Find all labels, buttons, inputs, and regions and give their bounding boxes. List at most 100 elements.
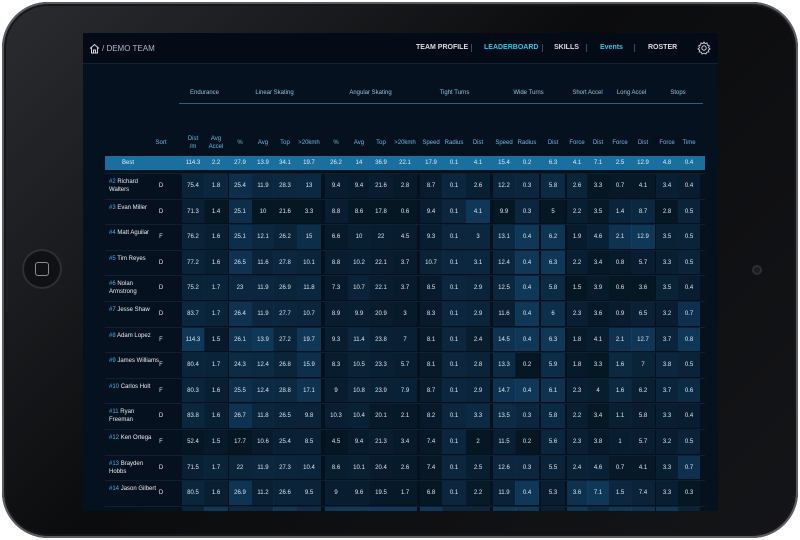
stat-value: 1.6 <box>211 234 221 241</box>
nav-team-profile[interactable]: TEAM PROFILE <box>416 33 468 63</box>
stat-value: 0.5 <box>684 362 694 369</box>
stat-value: 0.4 <box>522 234 532 241</box>
heat-cell <box>656 506 678 511</box>
stat-value: 1.6 <box>211 259 221 266</box>
stat-value: 3.6 <box>593 311 603 317</box>
player-name[interactable]: #7 Jesse Shaw <box>109 306 159 314</box>
player-name[interactable]: #3 Evan Miller <box>109 204 159 212</box>
stat-value: 21.6 <box>375 183 387 189</box>
stat-value: 1.7 <box>211 464 221 471</box>
stat-value: 0.1 <box>449 362 459 369</box>
nav-skills[interactable]: SKILLS <box>554 33 579 63</box>
best-value: 0.2 <box>522 160 532 166</box>
stat-value: 8.3 <box>426 311 436 317</box>
stat-value: 2.9 <box>473 285 483 292</box>
stat-value: 3.6 <box>638 285 648 292</box>
player-name[interactable]: #4 Matt Aguilar <box>109 229 159 237</box>
group-header: Angular Skating <box>349 90 392 96</box>
stat-value: 0.4 <box>522 336 532 343</box>
heat-cell <box>273 506 297 511</box>
player-name[interactable]: #14 Jason Gilbert <box>109 485 159 493</box>
stat-value: 71.3 <box>187 208 199 215</box>
player-name-text: Jesse Shaw <box>117 307 150 313</box>
stat-value: 4.6 <box>593 234 603 241</box>
stat-value: 0.4 <box>522 387 532 394</box>
stat-value: 3.1 <box>473 259 483 266</box>
stat-value: 71.5 <box>187 464 199 471</box>
column-header[interactable]: >20kmh <box>391 139 419 147</box>
player-name[interactable]: #13 Brayden Hobbs <box>109 460 159 476</box>
column-header[interactable]: Dist <box>464 139 492 147</box>
stat-value: 8.7 <box>638 208 648 215</box>
sort-value: D <box>158 285 164 292</box>
stat-value: 20.4 <box>375 464 387 471</box>
sort-value: F <box>159 336 163 343</box>
player-number: #10 <box>109 383 121 390</box>
stat-value: 0.8 <box>615 259 625 266</box>
sort-value: D <box>158 259 164 266</box>
stat-value: 5.6 <box>548 439 558 445</box>
stat-value: 7 <box>403 336 407 343</box>
nav-roster[interactable]: ROSTER <box>648 33 677 63</box>
stat-value: 3.3 <box>473 413 483 420</box>
nav-events[interactable]: Events <box>600 33 623 63</box>
stat-value: 6.6 <box>331 234 341 241</box>
player-name[interactable]: #9 James Williams <box>109 357 159 365</box>
column-header[interactable]: Time <box>675 139 703 147</box>
stat-value: 10.1 <box>303 259 315 266</box>
stat-value: 9 <box>334 490 338 497</box>
player-name[interactable]: #2 Richard Walters <box>109 178 159 194</box>
home-icon[interactable] <box>89 43 100 54</box>
player-number: #12 <box>109 435 121 441</box>
heat-cell <box>442 506 466 511</box>
stat-value: 83.7 <box>187 311 199 317</box>
nav-divider <box>471 44 472 52</box>
stat-value: 12.9 <box>637 234 649 241</box>
column-header[interactable]: Sort <box>147 139 175 147</box>
stat-value: 12.1 <box>257 234 269 241</box>
stat-value: 17.1 <box>303 387 315 394</box>
stat-value: 10.8 <box>353 387 365 394</box>
player-name[interactable]: #5 Tim Reyes <box>109 255 159 263</box>
stat-value: 10.6 <box>257 439 269 445</box>
stat-value: 2.9 <box>473 311 483 317</box>
stat-value: 11.2 <box>257 490 269 497</box>
player-name[interactable]: #8 Adam Lopez <box>109 332 159 340</box>
best-value: 19.7 <box>303 160 315 166</box>
breadcrumb-team[interactable]: / DEMO TEAM <box>102 44 155 53</box>
player-name[interactable]: #12 Ken Ortega <box>109 434 159 442</box>
nav-divider <box>634 44 635 52</box>
player-name[interactable]: #11 Ryan Freeman <box>109 408 159 424</box>
stat-value: 0.4 <box>684 183 694 189</box>
stat-value: 12.4 <box>498 259 510 266</box>
stat-value: 75.4 <box>187 183 199 189</box>
stat-value: 2.9 <box>473 387 483 394</box>
nav-leaderboard[interactable]: LEADERBOARD <box>484 33 538 63</box>
column-header[interactable]: >20kmh <box>295 139 323 147</box>
column-header[interactable]: Radius <box>513 139 541 147</box>
group-underline <box>606 103 657 104</box>
sort-value: F <box>159 387 163 394</box>
stat-value: 1.1 <box>615 413 625 420</box>
heat-cell <box>369 506 393 511</box>
sort-value: D <box>158 464 164 471</box>
stat-value: 1.6 <box>615 387 625 394</box>
sort-value: D <box>158 311 164 317</box>
stat-value: 3.2 <box>662 439 672 445</box>
heat-cell <box>466 506 490 511</box>
group-underline <box>417 103 492 104</box>
stat-value: 83.8 <box>187 413 199 420</box>
stat-value: 8.8 <box>331 259 341 266</box>
breadcrumb[interactable]: / DEMO TEAM <box>89 41 155 55</box>
settings-gear-icon[interactable] <box>697 41 711 55</box>
best-value: 0.1 <box>449 160 459 166</box>
player-name[interactable]: #10 Carlos Holt <box>109 383 159 391</box>
stat-value: 1.6 <box>211 413 221 420</box>
stat-value: 1.6 <box>615 362 625 369</box>
player-name-text: Ken Ortega <box>120 435 152 441</box>
player-name[interactable]: #6 Nolan Armstrong <box>109 280 159 296</box>
home-button[interactable] <box>22 249 62 289</box>
stat-value: 26.4 <box>234 311 246 317</box>
stat-value: 20.9 <box>375 311 387 317</box>
stat-value: 0.3 <box>522 208 532 215</box>
